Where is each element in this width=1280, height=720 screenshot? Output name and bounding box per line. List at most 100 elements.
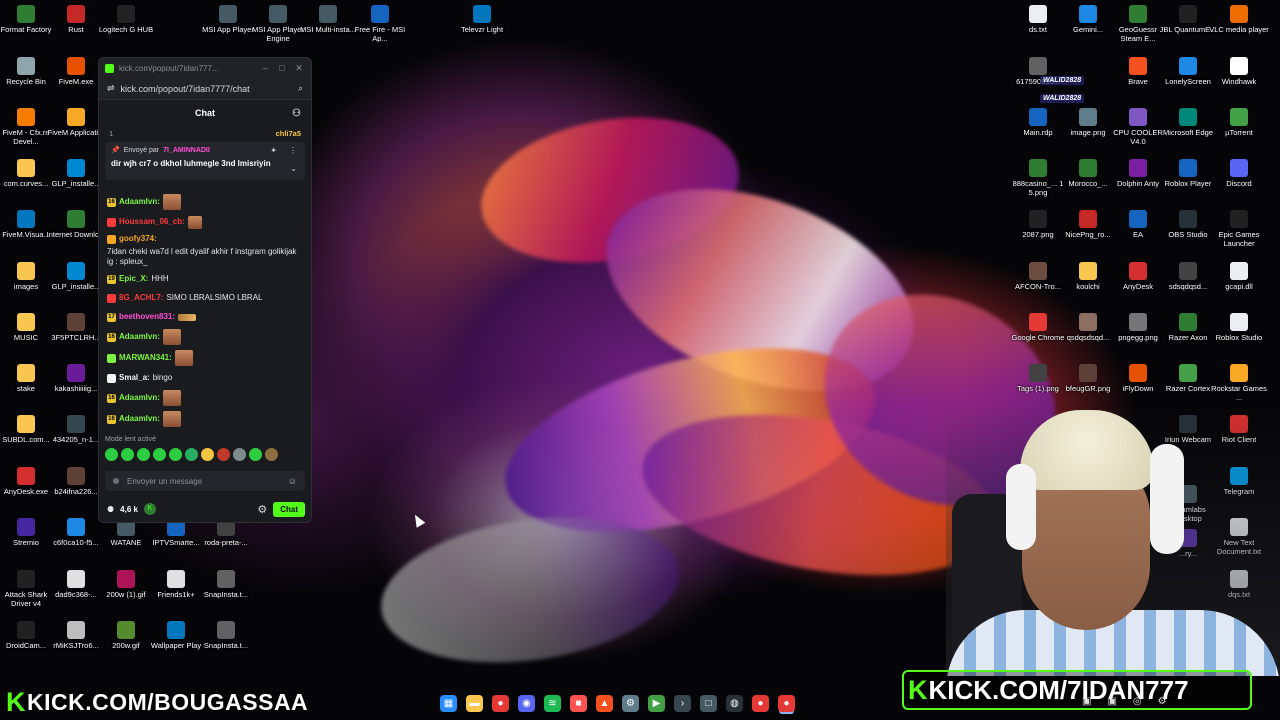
- tray-app-icon[interactable]: ▣: [1107, 696, 1116, 707]
- chrome-active-icon[interactable]: ●: [778, 694, 795, 712]
- chat-username[interactable]: Epic_X:: [119, 274, 148, 284]
- chat-username[interactable]: MARWAN341:: [119, 353, 172, 363]
- app-icon: [17, 313, 35, 331]
- desktop-icon[interactable]: Free Fire - MSI Ap...: [352, 5, 408, 43]
- desktop-icon[interactable]: gcapi.dll: [1211, 262, 1267, 291]
- window-titlebar: kick.com/popout/7idan777... – □ ✕: [99, 58, 311, 78]
- desktop-icon[interactable]: LonelyScreen: [1160, 57, 1216, 86]
- message-input-box[interactable]: ☺: [105, 471, 305, 491]
- quick-emote-icon[interactable]: [265, 448, 278, 461]
- screen-capture-icon[interactable]: ■: [570, 694, 587, 712]
- desktop-icon[interactable]: 3F5PTCLRH...: [48, 313, 104, 342]
- desktop-icon[interactable]: Roblox Studio: [1211, 313, 1267, 342]
- desktop-icon[interactable]: FiveM.exe: [48, 57, 104, 86]
- windows-start-icon[interactable]: ▦: [440, 694, 457, 712]
- url-bar[interactable]: ⇌ kick.com/popout/7idan7777/chat ⌕: [99, 78, 311, 100]
- terminal-icon[interactable]: ›: [674, 694, 691, 712]
- desktop-icon[interactable]: Logitech G HUB: [98, 5, 154, 34]
- send-chat-button[interactable]: Chat: [273, 501, 305, 517]
- desktop-icon[interactable]: Rockstar Games ...: [1211, 364, 1267, 402]
- pinned-message[interactable]: 📌 Envoyé par 7I_AMINNADII dir wjh cr7 o …: [105, 142, 305, 180]
- chrome-icon[interactable]: ●: [492, 694, 509, 712]
- desktop-icon[interactable]: FiveM - Cfx.re Devel...: [0, 108, 54, 146]
- message-input[interactable]: [127, 476, 280, 486]
- chat-username[interactable]: beethoven831:: [119, 312, 175, 322]
- chat-username[interactable]: Adaamlvn:: [119, 332, 160, 342]
- emoji-icon[interactable]: ☺: [288, 476, 297, 486]
- pinned-author[interactable]: 7I_AMINNADII: [163, 147, 210, 154]
- desktop-icon[interactable]: Windhawk: [1211, 57, 1267, 86]
- quick-emote-icon[interactable]: [121, 448, 134, 461]
- desktop-icon[interactable]: GLP_installe...: [48, 159, 104, 188]
- desktop-icon[interactable]: 434205_n-1...: [48, 415, 104, 444]
- file-explorer-icon[interactable]: ▬: [466, 694, 483, 712]
- app-icon: [67, 5, 85, 23]
- users-icon[interactable]: ⚇: [292, 108, 301, 119]
- desktop-icon[interactable]: Televzr Light: [454, 5, 510, 34]
- chat-username[interactable]: Adaamlvn:: [119, 414, 160, 424]
- desktop-icon[interactable]: GLP_installe...: [48, 262, 104, 291]
- chat-username[interactable]: Adaamlvn:: [119, 393, 160, 403]
- desktop-icon[interactable]: VLC media player: [1209, 5, 1269, 34]
- chat-username[interactable]: Houssam_06_cb:: [119, 217, 185, 227]
- chat-username[interactable]: 8G_ACHL7:: [119, 293, 163, 303]
- unpin-icon[interactable]: ✦: [270, 146, 277, 155]
- chrome-alt-icon[interactable]: ●: [752, 694, 769, 712]
- chat-username[interactable]: goofy374:: [119, 234, 157, 244]
- quick-emote-icon[interactable]: [185, 448, 198, 461]
- quick-emote-icon[interactable]: [169, 448, 182, 461]
- brave-icon[interactable]: ▲: [596, 694, 613, 712]
- maximize-icon[interactable]: □: [276, 63, 288, 73]
- top-supporter[interactable]: chli7a5: [276, 129, 301, 138]
- quick-emote-icon[interactable]: [249, 448, 262, 461]
- desktop-icon[interactable]: Razer Axon: [1160, 313, 1216, 342]
- chat-username[interactable]: Smal_a:: [119, 373, 150, 383]
- desktop-icon[interactable]: Epic Games Launcher: [1211, 210, 1267, 248]
- desktop-icon[interactable]: MSI App Player Engine: [250, 5, 306, 43]
- desktop-icon[interactable]: µTorrent: [1211, 108, 1267, 137]
- tray-settings-icon[interactable]: ⚙: [1158, 696, 1167, 707]
- site-settings-icon[interactable]: ⇌: [107, 83, 115, 94]
- subscriber-badge-icon: 16: [107, 393, 116, 403]
- settings-icon[interactable]: ⚙: [622, 694, 639, 712]
- desktop-icon[interactable]: OBS Studio: [1160, 210, 1216, 239]
- settings-icon[interactable]: ⚙: [257, 503, 267, 516]
- desktop-icon[interactable]: sdsqdqsd...: [1160, 262, 1216, 291]
- desktop-icon[interactable]: Roblox Player: [1160, 159, 1216, 188]
- more-options-icon[interactable]: ⋮: [289, 146, 297, 155]
- window-icon[interactable]: □: [700, 694, 717, 712]
- chat-username[interactable]: Adaamlvn:: [119, 197, 160, 207]
- desktop-icon[interactable]: Razer Cortex: [1160, 364, 1216, 393]
- quick-emote-icon[interactable]: [153, 448, 166, 461]
- desktop-icon[interactable]: SnapInsta.t...: [198, 570, 254, 599]
- quick-emote-icon[interactable]: [137, 448, 150, 461]
- play-icon[interactable]: ▶: [648, 694, 665, 712]
- desktop-icon[interactable]: Attack Shark Driver v4: [0, 570, 54, 608]
- desktop-icon[interactable]: SnapInsta.t...: [198, 621, 254, 650]
- desktop-icon[interactable]: Internet Downlo...: [47, 210, 105, 239]
- quick-emote-icon[interactable]: [105, 448, 118, 461]
- desktop-icon[interactable]: Microsoft Edge: [1160, 108, 1216, 137]
- desktop-icon[interactable]: JBL QuantumE...: [1160, 5, 1216, 34]
- tray-app-icon[interactable]: ▣: [1082, 696, 1091, 707]
- desktop-icon[interactable]: Discord: [1211, 159, 1267, 188]
- desktop-icon[interactable]: MSI Multi-insta...: [300, 5, 356, 34]
- tray-app-icon[interactable]: ◎: [1133, 696, 1142, 707]
- close-icon[interactable]: ✕: [293, 63, 305, 74]
- spotify-icon[interactable]: ≋: [544, 694, 561, 712]
- discord-icon[interactable]: ◉: [518, 694, 535, 712]
- emote-picker-icon[interactable]: [113, 478, 119, 484]
- quick-emote-icon[interactable]: [217, 448, 230, 461]
- desktop-icon[interactable]: kakashiiiiig...: [48, 364, 104, 393]
- desktop-icon[interactable]: FiveM Applicati...: [48, 108, 104, 137]
- chevron-down-icon[interactable]: ⌄: [290, 164, 297, 173]
- desktop-icon[interactable]: 888casino_... 1 5.png: [1010, 159, 1066, 197]
- obs-icon[interactable]: ◍: [726, 694, 743, 712]
- quick-emote-icon[interactable]: [201, 448, 214, 461]
- minimize-icon[interactable]: –: [259, 63, 271, 73]
- chat-message: 19 Epic_X: HHH: [107, 272, 303, 286]
- desktop-icon[interactable]: b24ifna226...: [48, 467, 104, 496]
- quick-emote-icon[interactable]: [233, 448, 246, 461]
- search-icon[interactable]: ⌕: [298, 83, 303, 94]
- user-badge-icon: [107, 217, 116, 227]
